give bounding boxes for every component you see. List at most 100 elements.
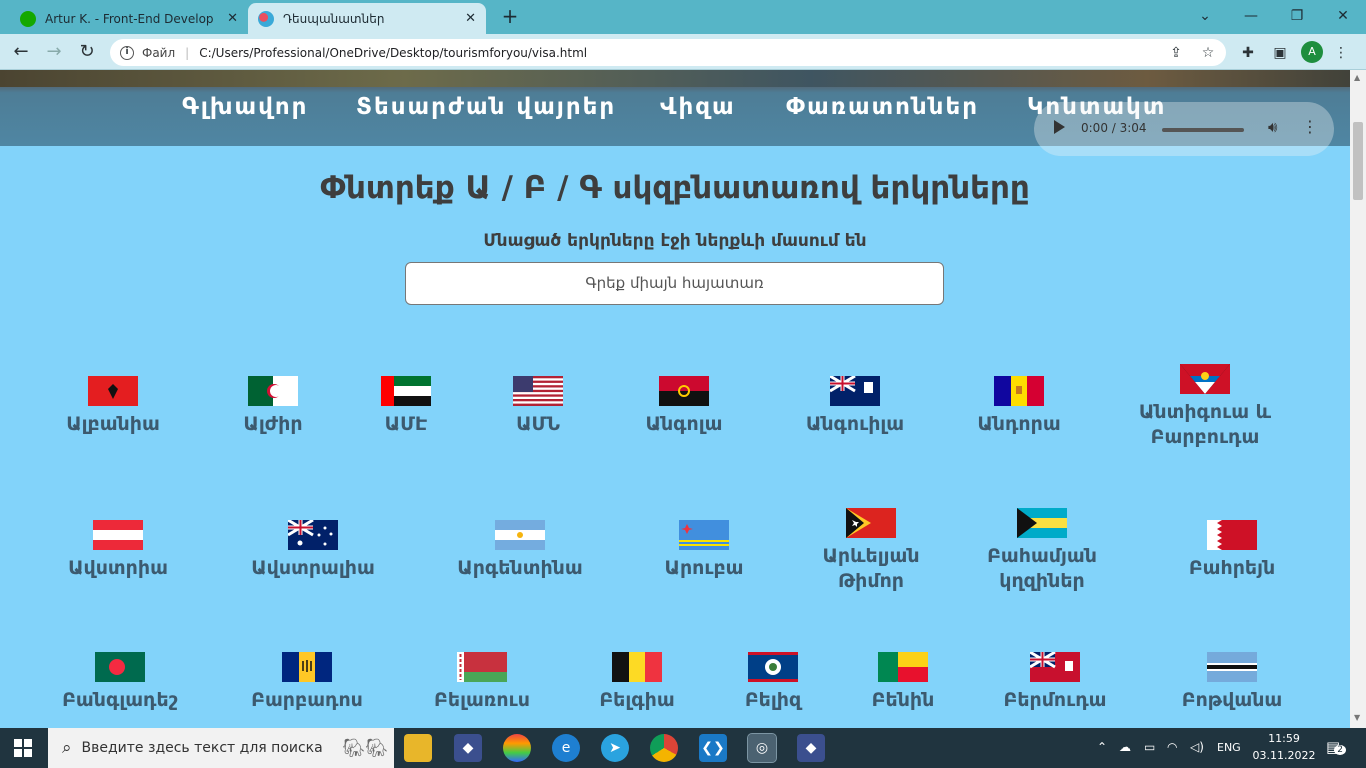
- more-options-icon[interactable]: ⋮: [1302, 117, 1318, 136]
- address-separator: |: [185, 45, 190, 60]
- audio-progress-slider[interactable]: [1162, 128, 1244, 132]
- flag-icon: [1180, 364, 1230, 394]
- reload-icon[interactable]: ↻: [74, 40, 100, 64]
- country-card[interactable]: Անգոլա: [594, 376, 774, 437]
- back-icon[interactable]: ←: [8, 40, 34, 64]
- country-card[interactable]: Արուբա: [614, 520, 794, 581]
- clock-time[interactable]: 11:59: [1256, 732, 1312, 745]
- country-card[interactable]: Արգենտինա: [430, 520, 610, 581]
- cloud-icon[interactable]: ☁: [1119, 740, 1131, 754]
- page-viewport: Գլխավոր Տեսարժան վայրեր Վիզա Փառատոններ …: [0, 70, 1350, 728]
- close-icon[interactable]: ✕: [227, 11, 238, 26]
- tab-visa[interactable]: Դեսպանատներ ✕: [248, 3, 486, 34]
- audio-player[interactable]: 0:00 / 3:04 🔊︎ ⋮: [1034, 102, 1334, 156]
- country-card[interactable]: Բերմուդա: [965, 652, 1145, 713]
- country-card[interactable]: Անդորա: [929, 376, 1109, 437]
- chrome-profile-icon[interactable]: ◎: [747, 733, 777, 763]
- country-name: Արուբա: [664, 557, 744, 579]
- volume-icon[interactable]: 🔊︎: [1268, 118, 1277, 136]
- country-card[interactable]: Բահամյան կղզիներ: [952, 508, 1132, 594]
- clock-date[interactable]: 03.11.2022: [1252, 749, 1316, 762]
- flag-icon: [612, 652, 662, 682]
- nav-link-visa[interactable]: Վիզա: [660, 94, 736, 120]
- scroll-down-icon[interactable]: ▼: [1354, 713, 1360, 722]
- flag-icon: [1017, 508, 1067, 538]
- windows-start-icon[interactable]: [14, 739, 32, 757]
- country-card[interactable]: Բելառուս: [392, 652, 572, 713]
- nav-link-festivals[interactable]: Փառատոններ: [786, 94, 979, 120]
- country-card[interactable]: Անգուիլա: [765, 376, 945, 437]
- scroll-up-icon[interactable]: ▲: [1354, 73, 1360, 82]
- flag-icon: [679, 520, 729, 550]
- page-title: Փնտրեք Ա / Բ / Գ սկզբնատառով երկրները: [320, 170, 1030, 206]
- flag-icon: [878, 652, 928, 682]
- flag-icon: [513, 376, 563, 406]
- chrome-icon[interactable]: [650, 734, 678, 762]
- flag-icon: [1207, 520, 1257, 550]
- country-name: Բահամյան: [987, 545, 1097, 567]
- new-tab-button[interactable]: +: [497, 5, 523, 29]
- country-card[interactable]: Անտիգուա և Բարբուդա: [1115, 364, 1295, 450]
- profile-avatar[interactable]: A: [1301, 41, 1323, 63]
- battery-icon[interactable]: ▭: [1144, 740, 1155, 754]
- country-card[interactable]: Բանգլադեշ: [30, 652, 210, 713]
- nav-link-home[interactable]: Գլխավոր: [182, 94, 308, 120]
- language-indicator[interactable]: ENG: [1217, 741, 1241, 754]
- file-explorer-icon[interactable]: [404, 734, 432, 762]
- search-icon: ⌕: [62, 738, 72, 758]
- git-app-icon[interactable]: ◆: [797, 734, 825, 762]
- country-search-input[interactable]: Գրեք միայն հայատառ: [405, 262, 944, 305]
- bookmark-star-icon[interactable]: ☆: [1197, 42, 1219, 64]
- edge-icon[interactable]: e: [552, 734, 580, 762]
- notification-count: 2: [1334, 745, 1346, 755]
- chevron-up-icon[interactable]: ⌃: [1097, 740, 1107, 754]
- country-card[interactable]: Ավստրալիա: [223, 520, 403, 581]
- globe-icon: [258, 10, 274, 27]
- telegram-icon[interactable]: ➤: [601, 734, 629, 762]
- scrollbar-thumb[interactable]: [1353, 122, 1363, 200]
- country-card[interactable]: Ավստրիա: [28, 520, 208, 581]
- tab-search-icon[interactable]: ⌄: [1182, 4, 1228, 28]
- side-panel-icon[interactable]: ▣: [1269, 42, 1291, 64]
- menu-icon[interactable]: ⋮: [1330, 42, 1352, 64]
- country-card[interactable]: Արևելյան Թիմոր: [781, 508, 961, 594]
- page-scrollbar[interactable]: ▲ ▼: [1350, 70, 1366, 728]
- flag-icon: [88, 376, 138, 406]
- country-name: Բելառուս: [434, 689, 530, 711]
- tab-upwork[interactable]: Artur K. - Front-End Developer - Upwork …: [10, 3, 248, 34]
- volume-tray-icon[interactable]: ◁): [1190, 740, 1204, 754]
- flag-icon: [1207, 652, 1257, 682]
- country-name: Ալբանիա: [66, 413, 160, 435]
- tab-title: Artur K. - Front-End Developer - Upwork: [45, 11, 213, 26]
- close-icon[interactable]: ✕: [465, 11, 476, 26]
- country-name: Բահրեյն: [1188, 557, 1276, 579]
- country-name: Անգոլա: [645, 413, 723, 435]
- country-name: Ավստրալիա: [251, 557, 375, 579]
- share-icon[interactable]: ⇪: [1165, 42, 1187, 64]
- vscode-icon[interactable]: ❮❯: [699, 734, 727, 762]
- country-name: Անդորա: [977, 413, 1061, 435]
- notifications-icon[interactable]: ▤2: [1326, 738, 1346, 756]
- upwork-icon: [20, 10, 36, 27]
- country-card[interactable]: Բահրեյն: [1142, 520, 1322, 581]
- flag-icon: [95, 652, 145, 682]
- colorful-app-icon[interactable]: [503, 734, 531, 762]
- country-name: Բարբուդա: [1150, 426, 1260, 448]
- taskbar-search-box[interactable]: ⌕ Введите здесь текст для поиска 🐘︎🐘︎: [48, 728, 394, 768]
- info-icon[interactable]: i: [120, 45, 134, 60]
- minimize-button[interactable]: —: [1228, 4, 1274, 28]
- extensions-icon[interactable]: ✚: [1237, 42, 1259, 64]
- play-icon[interactable]: [1054, 120, 1065, 134]
- address-bar[interactable]: i Файл | C:/Users/Professional/OneDrive/…: [110, 39, 1226, 66]
- country-card[interactable]: Բարբադոս: [217, 652, 397, 713]
- network-icon[interactable]: ◠: [1167, 740, 1177, 754]
- country-card[interactable]: Ալբանիա: [23, 376, 203, 437]
- close-window-button[interactable]: ✕: [1320, 4, 1366, 28]
- nav-link-sights[interactable]: Տեսարժան վայրեր: [356, 94, 616, 120]
- address-url[interactable]: C:/Users/Professional/OneDrive/Desktop/t…: [199, 46, 587, 60]
- sourcetree-icon[interactable]: ◆: [454, 734, 482, 762]
- country-card[interactable]: Բոթվանա: [1142, 652, 1322, 713]
- restore-button[interactable]: ❐: [1274, 4, 1320, 28]
- forward-icon[interactable]: →: [41, 40, 67, 64]
- flag-icon: [830, 376, 880, 406]
